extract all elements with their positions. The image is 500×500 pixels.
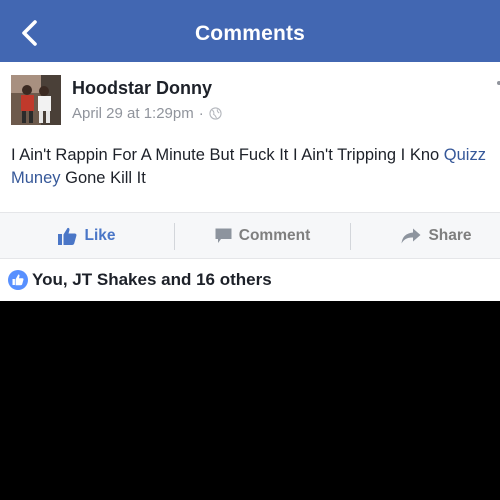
share-button[interactable]: Share <box>351 213 500 259</box>
author-avatar[interactable] <box>11 75 61 125</box>
reactions-summary[interactable]: You, JT Shakes and 16 others <box>0 259 500 301</box>
globe-icon <box>209 107 222 120</box>
like-label: Like <box>84 227 116 244</box>
post-timestamp[interactable]: April 29 at 1:29pm <box>72 105 194 122</box>
author-name[interactable]: Hoodstar Donny <box>72 78 212 99</box>
post-card: Hoodstar Donny April 29 at 1:29pm · I Ai… <box>0 62 500 212</box>
comments-screen: Comments Hoodstar Donny April 29 at 1:29… <box>0 0 500 500</box>
page-title: Comments <box>194 22 306 45</box>
share-arrow-icon <box>401 228 421 244</box>
like-badge-icon <box>8 270 28 290</box>
reaction-summary-text: You, JT Shakes and 16 others <box>32 270 272 289</box>
comment-button[interactable]: Comment <box>175 213 350 259</box>
speech-bubble-icon <box>215 228 232 243</box>
empty-comments-area <box>0 301 500 500</box>
more-options-icon[interactable] <box>496 80 500 86</box>
thumbs-up-icon <box>58 227 77 245</box>
like-button[interactable]: Like <box>0 213 174 259</box>
post-body: I Ain't Rappin For A Minute But Fuck It … <box>11 144 495 190</box>
post-meta: April 29 at 1:29pm · <box>72 105 222 122</box>
top-nav-bar: Comments <box>0 0 500 62</box>
share-label: Share <box>428 227 472 244</box>
post-text-start: I Ain't Rappin For A Minute But Fuck It … <box>11 146 440 164</box>
meta-separator: · <box>198 105 204 122</box>
action-bar: Like Comment Share <box>0 212 500 259</box>
comment-label: Comment <box>238 227 311 244</box>
post-text-end: Gone Kill It <box>60 169 146 187</box>
